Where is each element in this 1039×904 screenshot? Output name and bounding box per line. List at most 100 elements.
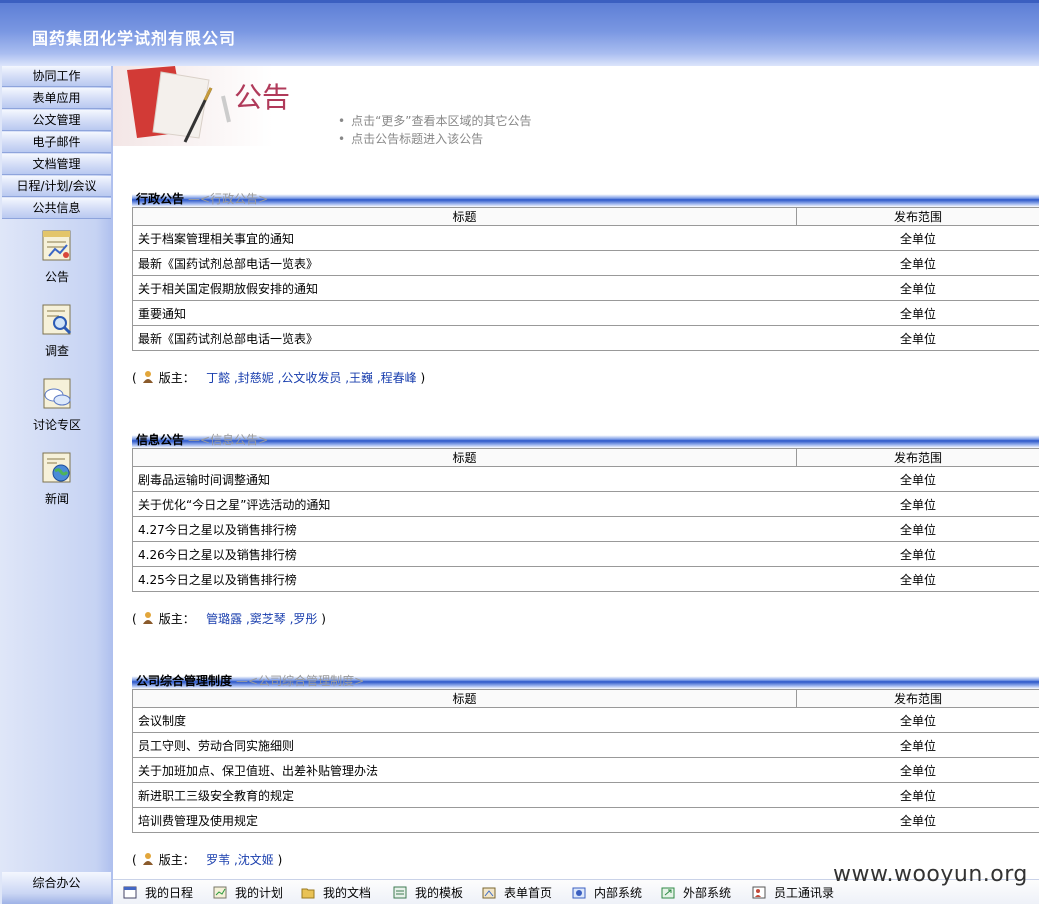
row-title-link[interactable]: 重要通知 <box>132 300 797 326</box>
section-admin-bulletin: 行政公告 —<行政公告> 标题 发布范围 关于档案管理相关事宜的通知 全单位 最新《… <box>132 191 1039 386</box>
row-title-link[interactable]: 4.25今日之星以及销售排行榜 <box>132 566 797 592</box>
sidebar-link-label: 讨论专区 <box>32 418 81 432</box>
toolbar-label: 我的计划 <box>235 886 284 900</box>
section-title[interactable]: 行政公告 <box>136 192 184 206</box>
sidebar-item-documents-official[interactable]: 公文管理 <box>2 110 111 131</box>
row-title-link[interactable]: 关于优化“今日之星”评选活动的通知 <box>132 491 797 517</box>
sidebar-link-news[interactable]: 新闻 <box>18 450 96 507</box>
sidebar: 协同工作 表单应用 公文管理 电子邮件 文档管理 日程/计划/会议 公共信息 公… <box>0 66 113 904</box>
row-title-link[interactable]: 关于档案管理相关事宜的通知 <box>132 225 797 251</box>
moderator-icon <box>142 853 153 865</box>
sidebar-link-discussion[interactable]: 讨论专区 <box>18 376 96 433</box>
section-header: 信息公告 —<信息公告> <box>132 432 1039 448</box>
table-row[interactable]: 新进职工三级安全教育的规定 全单位 <box>132 782 1039 808</box>
toolbar-label: 员工通讯录 <box>774 886 835 900</box>
bulletin-table: 标题 发布范围 剧毒品运输时间调整通知 全单位 关于优化“今日之星”评选活动的通知… <box>132 448 1039 592</box>
section-header: 行政公告 —<行政公告> <box>132 191 1039 207</box>
table-row[interactable]: 4.26今日之星以及销售排行榜 全单位 <box>132 541 1039 567</box>
column-header-scope: 发布范围 <box>796 689 1039 708</box>
toolbar-my-plan[interactable]: 我的计划 <box>213 884 283 902</box>
table-row[interactable]: 关于档案管理相关事宜的通知 全单位 <box>132 225 1039 251</box>
form-home-icon <box>482 887 496 899</box>
bulletin-icon <box>42 230 71 261</box>
calendar-icon <box>123 886 137 899</box>
app-header: 国药集团化学试剂有限公司 <box>0 0 1039 66</box>
toolbar-my-schedule[interactable]: 我的日程 <box>123 884 193 902</box>
table-row[interactable]: 重要通知 全单位 <box>132 300 1039 326</box>
moderator-names[interactable]: 管璐露 ,窦芝琴 ,罗彤 <box>206 612 317 626</box>
table-row[interactable]: 剧毒品运输时间调整通知 全单位 <box>132 466 1039 492</box>
toolbar-employee-directory[interactable]: 员工通讯录 <box>752 884 834 902</box>
toolbar-my-documents[interactable]: 我的文档 <box>301 884 371 902</box>
sidebar-item-office[interactable]: 综合办公 <box>2 872 111 894</box>
toolbar-my-templates[interactable]: 我的模板 <box>393 884 463 902</box>
template-icon <box>393 886 407 899</box>
sidebar-item-schedule[interactable]: 日程/计划/会议 <box>2 176 111 197</box>
row-title-link[interactable]: 剧毒品运输时间调整通知 <box>132 466 797 492</box>
internal-system-icon <box>572 887 586 899</box>
table-row[interactable]: 员工守则、劳动合同实施细则 全单位 <box>132 732 1039 758</box>
row-title-link[interactable]: 培训费管理及使用规定 <box>132 807 797 833</box>
folder-icon <box>301 888 315 899</box>
table-row[interactable]: 最新《国药试剂总部电话一览表》 全单位 <box>132 325 1039 351</box>
row-title-link[interactable]: 4.27今日之星以及销售排行榜 <box>132 516 797 542</box>
row-title-link[interactable]: 最新《国药试剂总部电话一览表》 <box>132 325 797 351</box>
sidebar-link-label: 调查 <box>44 344 69 358</box>
table-row[interactable]: 会议制度 全单位 <box>132 707 1039 733</box>
toolbar-internal-system[interactable]: 内部系统 <box>572 884 642 902</box>
row-title-link[interactable]: 4.26今日之星以及销售排行榜 <box>132 541 797 567</box>
contacts-icon <box>752 886 766 899</box>
sidebar-link-bulletin[interactable]: 公告 <box>18 228 96 285</box>
row-title-link[interactable]: 会议制度 <box>132 707 797 733</box>
table-row[interactable]: 关于加班加点、保卫值班、出差补贴管理办法 全单位 <box>132 757 1039 783</box>
row-title-link[interactable]: 关于相关国定假期放假安排的通知 <box>132 275 797 301</box>
column-header-scope: 发布范围 <box>796 448 1039 467</box>
table-row[interactable]: 4.27今日之星以及销售排行榜 全单位 <box>132 516 1039 542</box>
page-title: 公告 <box>234 81 291 114</box>
sidebar-bottom-strip <box>2 894 111 904</box>
row-title-link[interactable]: 新进职工三级安全教育的规定 <box>132 782 797 808</box>
news-icon <box>42 452 71 483</box>
company-title: 国药集团化学试剂有限公司 <box>32 29 237 48</box>
row-title-link[interactable]: 员工守则、劳动合同实施细则 <box>132 732 797 758</box>
sidebar-item-collaboration[interactable]: 协同工作 <box>2 66 111 87</box>
column-header-title: 标题 <box>132 689 797 708</box>
row-title-link[interactable]: 关于加班加点、保卫值班、出差补贴管理办法 <box>132 757 797 783</box>
row-scope: 全单位 <box>796 466 1039 492</box>
toolbar-external-system[interactable]: 外部系统 <box>661 884 731 902</box>
moderator-line: (版主： 管璐露 ,窦芝琴 ,罗彤 ) <box>132 612 326 626</box>
row-scope: 全单位 <box>796 300 1039 326</box>
section-header: 公司综合管理制度 —<公司综合管理制度> <box>132 673 1039 689</box>
section-subtitle: —<公司综合管理制度> <box>236 674 365 688</box>
table-row[interactable]: 关于优化“今日之星”评选活动的通知 全单位 <box>132 491 1039 517</box>
section-company-rules: 公司综合管理制度 —<公司综合管理制度> 标题 发布范围 会议制度 全单位 员工守则… <box>132 673 1039 868</box>
row-scope: 全单位 <box>796 782 1039 808</box>
column-header-scope: 发布范围 <box>796 207 1039 226</box>
table-row[interactable]: 最新《国药试剂总部电话一览表》 全单位 <box>132 250 1039 276</box>
row-scope: 全单位 <box>796 757 1039 783</box>
sidebar-link-survey[interactable]: 调查 <box>18 302 96 359</box>
table-row[interactable]: 关于相关国定假期放假安排的通知 全单位 <box>132 275 1039 301</box>
table-row[interactable]: 4.25今日之星以及销售排行榜 全单位 <box>132 566 1039 592</box>
sidebar-item-forms[interactable]: 表单应用 <box>2 88 111 109</box>
table-row[interactable]: 培训费管理及使用规定 全单位 <box>132 807 1039 833</box>
moderator-names[interactable]: 丁懿 ,封慈妮 ,公文收发员 ,王巍 ,程春峰 <box>206 371 417 385</box>
moderator-names[interactable]: 罗苇 ,沈文姬 <box>206 853 274 867</box>
watermark-text: www.wooyun.org <box>833 862 1028 887</box>
toolbar-label: 表单首页 <box>504 886 553 900</box>
moderator-label: 版主： <box>158 371 195 385</box>
section-title[interactable]: 公司综合管理制度 <box>136 674 232 688</box>
row-scope: 全单位 <box>796 807 1039 833</box>
row-title-link[interactable]: 最新《国药试剂总部电话一览表》 <box>132 250 797 276</box>
row-scope: 全单位 <box>796 732 1039 758</box>
hint-list: 点击“更多”查看本区域的其它公告 点击公告标题进入该公告 <box>338 112 531 148</box>
bulletin-table: 标题 发布范围 关于档案管理相关事宜的通知 全单位 最新《国药试剂总部电话一览表》… <box>132 207 1039 351</box>
sidebar-item-email[interactable]: 电子邮件 <box>2 132 111 153</box>
section-title[interactable]: 信息公告 <box>136 433 184 447</box>
sidebar-item-public-info[interactable]: 公共信息 <box>2 198 111 219</box>
toolbar-form-home[interactable]: 表单首页 <box>482 884 552 902</box>
moderator-line: (版主： 丁懿 ,封慈妮 ,公文收发员 ,王巍 ,程春峰 ) <box>132 371 426 385</box>
row-scope: 全单位 <box>796 225 1039 251</box>
sidebar-item-doc-management[interactable]: 文档管理 <box>2 154 111 175</box>
section-info-bulletin: 信息公告 —<信息公告> 标题 发布范围 剧毒品运输时间调整通知 全单位 关于优化“… <box>132 432 1039 627</box>
